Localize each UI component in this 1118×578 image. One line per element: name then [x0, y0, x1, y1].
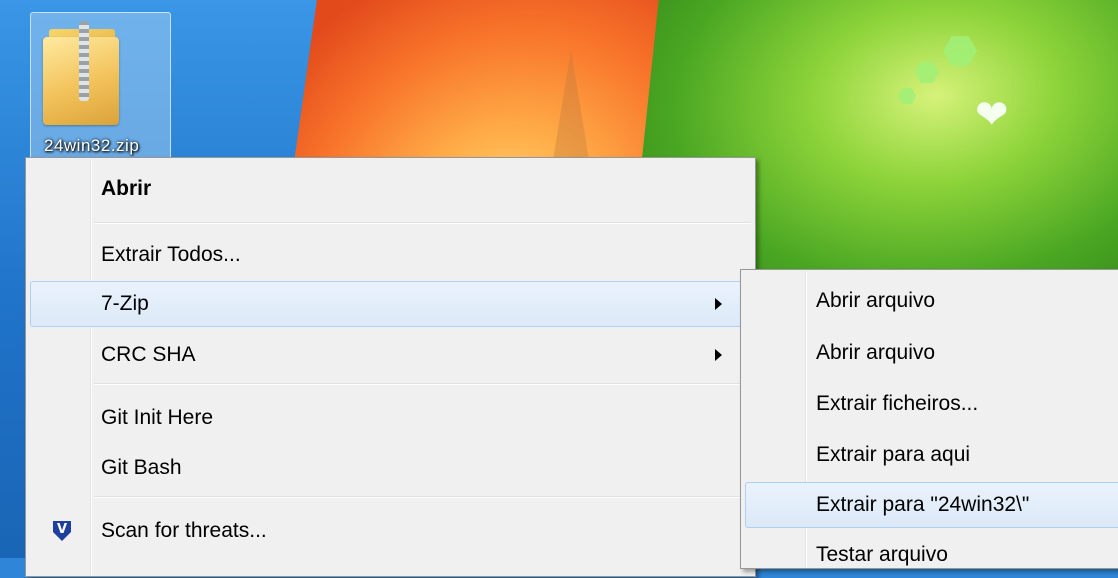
- submenu-item-extract-files[interactable]: Extrair ficheiros...: [745, 381, 1118, 427]
- 7zip-submenu: Abrir arquivo Abrir arquivo Extrair fich…: [740, 269, 1118, 569]
- wallpaper-tree: [553, 50, 589, 160]
- shield-icon: [53, 521, 71, 541]
- submenu-arrow-icon: [715, 298, 722, 310]
- menu-item-label: CRC SHA: [101, 343, 196, 366]
- menu-item-label: Abrir arquivo: [816, 289, 936, 312]
- menu-item-label: Extrair para aqui: [816, 443, 971, 466]
- context-menu: Abrir Extrair Todos... 7-Zip CRC SHA Git…: [25, 157, 756, 577]
- menu-item-open[interactable]: Abrir: [30, 166, 751, 212]
- menu-item-git-bash[interactable]: Git Bash: [30, 445, 751, 491]
- submenu-item-extract-to-folder[interactable]: Extrair para "24win32\": [745, 482, 1118, 528]
- menu-item-label: Extrair ficheiros...: [816, 392, 979, 415]
- menu-item-7zip[interactable]: 7-Zip: [30, 281, 751, 327]
- menu-item-label: 7-Zip: [101, 292, 149, 315]
- submenu-item-open-archive[interactable]: Abrir arquivo: [745, 278, 1118, 324]
- menu-item-label: Git Bash: [101, 456, 182, 479]
- menu-separator: [94, 496, 751, 497]
- menu-item-label: Testar arquivo: [816, 543, 948, 566]
- menu-item-crc-sha[interactable]: CRC SHA: [30, 332, 751, 378]
- menu-item-scan-for-threats[interactable]: Scan for threats...: [30, 508, 751, 554]
- desktop-file-item[interactable]: 24win32.zip: [30, 12, 171, 162]
- submenu-item-test-archive[interactable]: Testar arquivo: [745, 532, 1118, 578]
- menu-item-label: Extrair Todos...: [101, 243, 241, 266]
- menu-item-extract-all[interactable]: Extrair Todos...: [30, 232, 751, 278]
- menu-item-label: Scan for threats...: [101, 519, 267, 542]
- file-name-label: 24win32.zip: [44, 136, 140, 155]
- menu-separator: [94, 222, 751, 223]
- submenu-item-open-archive-2[interactable]: Abrir arquivo: [745, 330, 1118, 376]
- menu-item-label: Extrair para "24win32\": [816, 493, 1030, 516]
- butterfly-icon: ❤: [975, 92, 1009, 138]
- submenu-item-extract-here[interactable]: Extrair para aqui: [745, 432, 1118, 478]
- zip-folder-icon: [43, 21, 125, 126]
- menu-item-label: Git Init Here: [101, 406, 214, 429]
- menu-item-git-init-here[interactable]: Git Init Here: [30, 395, 751, 441]
- menu-item-label: Abrir arquivo: [816, 341, 936, 364]
- menu-item-label: Abrir: [101, 177, 152, 200]
- submenu-arrow-icon: [715, 349, 722, 361]
- menu-separator: [94, 383, 751, 384]
